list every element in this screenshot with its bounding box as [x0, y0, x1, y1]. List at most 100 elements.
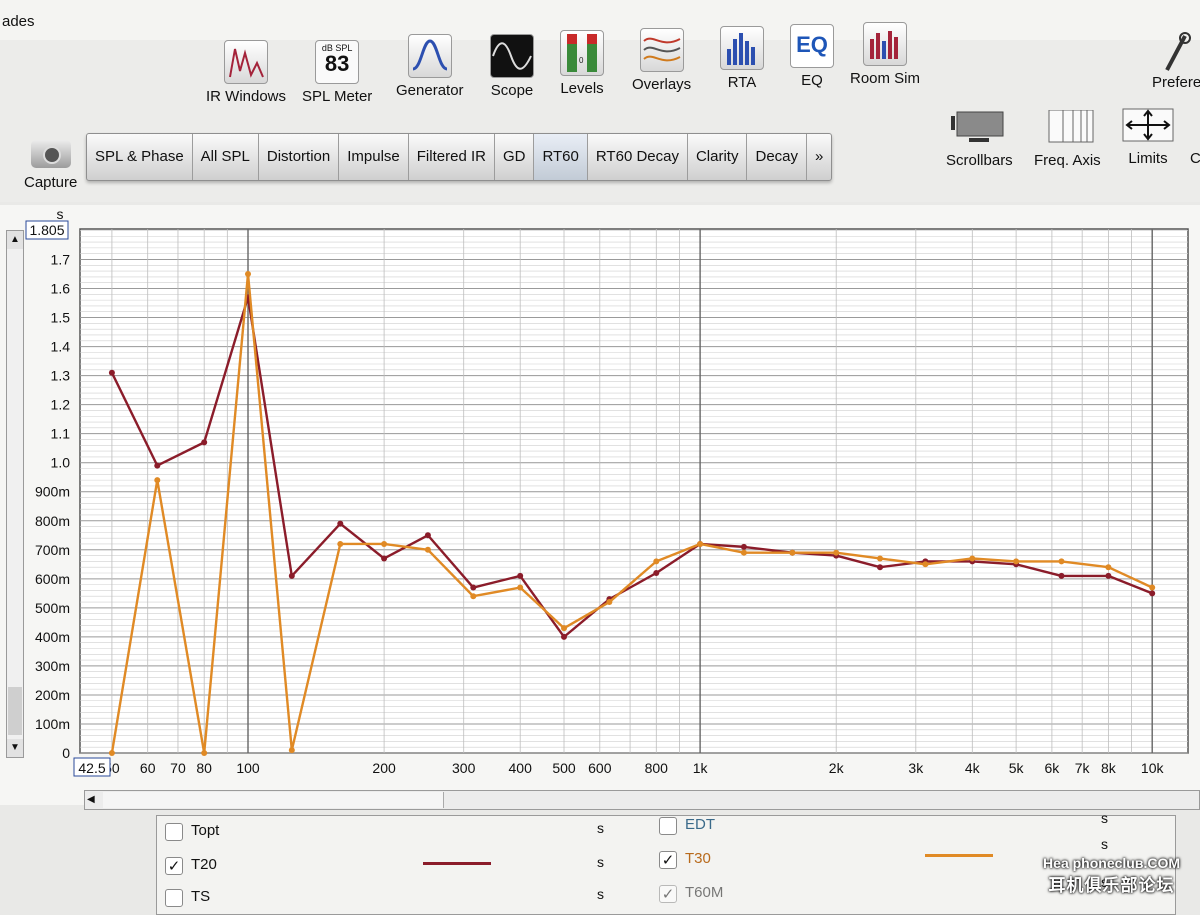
preferences-label: Prefere — [1152, 74, 1200, 91]
scrollbars-button[interactable]: Scrollbars — [946, 110, 1013, 169]
data-point-t30 — [606, 599, 613, 606]
tab-decay[interactable]: Decay — [747, 134, 808, 180]
spl-meter-icon: dB SPL 83 — [315, 40, 360, 84]
eq-button[interactable]: EQ EQ — [790, 24, 834, 89]
levels-button[interactable]: 0 Levels — [560, 30, 604, 97]
room-sim-icon — [863, 22, 907, 66]
t20-checkbox[interactable]: ✓ — [165, 857, 183, 875]
y-tick-label: 1.7 — [51, 251, 71, 267]
x-tick-label: 100 — [236, 760, 260, 776]
data-point-t30 — [1105, 564, 1112, 571]
x-tick-label: 600 — [588, 760, 612, 776]
y-tick-label: 1.6 — [51, 281, 71, 297]
data-point-t30 — [653, 558, 660, 565]
tab-clarity[interactable]: Clarity — [688, 134, 748, 180]
horizontal-scrollbar[interactable]: ◀ — [84, 790, 1200, 810]
y-tick-label: 200m — [35, 687, 70, 703]
t20-label: T20 — [191, 856, 217, 873]
tab-gd[interactable]: GD — [495, 134, 535, 180]
limits-button[interactable]: Limits — [1122, 108, 1174, 167]
scroll-left-arrow-icon[interactable]: ◀ — [87, 791, 95, 809]
scroll-down-arrow-icon[interactable]: ▼ — [7, 739, 23, 757]
generator-button[interactable]: Generator — [396, 34, 464, 99]
data-point-t30 — [697, 540, 704, 547]
tab-distortion[interactable]: Distortion — [259, 134, 340, 180]
freq-axis-button[interactable]: Freq. Axis — [1034, 109, 1101, 169]
data-point-t20 — [470, 584, 477, 591]
scope-label: Scope — [490, 82, 534, 99]
capture-label: Capture — [24, 174, 78, 191]
tab-filtered-ir[interactable]: Filtered IR — [409, 134, 495, 180]
xmin-label: 42.5 — [78, 760, 105, 776]
data-point-t20 — [1105, 572, 1112, 579]
t30-label: T30 — [685, 850, 711, 867]
room-sim-button[interactable]: Room Sim — [850, 22, 920, 87]
capture-button[interactable]: Capture — [24, 140, 77, 191]
x-tick-label: 6k — [1045, 760, 1061, 776]
vertical-scroll-thumb[interactable] — [8, 687, 22, 735]
x-tick-label: 200 — [372, 760, 396, 776]
topt-checkbox[interactable] — [165, 823, 183, 841]
overlays-button[interactable]: Overlays — [632, 28, 691, 93]
data-point-t30 — [969, 555, 976, 562]
y-tick-label: 1.4 — [51, 339, 71, 355]
data-point-t30 — [517, 584, 524, 591]
ts-checkbox[interactable] — [165, 889, 183, 907]
data-point-t30 — [877, 555, 884, 562]
y-tick-label: 600m — [35, 571, 70, 587]
x-tick-label: 800 — [645, 760, 669, 776]
tab-spl-phase[interactable]: SPL & Phase — [87, 134, 193, 180]
tab-more[interactable]: » — [807, 134, 831, 180]
limits-label: Limits — [1128, 150, 1168, 167]
generator-icon — [407, 34, 452, 78]
data-point-t20 — [653, 570, 660, 577]
data-point-t20 — [740, 543, 747, 550]
x-tick-label: 10k — [1141, 760, 1165, 776]
data-point-t30 — [337, 540, 344, 547]
spl-meter-value: 83 — [324, 51, 350, 76]
ts-label: TS — [191, 888, 211, 905]
ir-windows-label: IR Windows — [206, 88, 287, 105]
rt60-chart[interactable]: 0 100m 200m 300m 400m 500m 600m 700m 800m 900m 1.0… — [0, 205, 1200, 805]
y-tick-label: 0 — [62, 745, 70, 761]
data-point-t30 — [424, 546, 431, 553]
rta-icon — [720, 26, 764, 70]
tab-rt60[interactable]: RT60 — [534, 134, 588, 180]
scope-button[interactable]: Scope — [490, 34, 534, 99]
scroll-up-arrow-icon[interactable]: ▲ — [7, 231, 23, 249]
tab-rt60-decay[interactable]: RT60 Decay — [588, 134, 688, 180]
y-tick-label: 800m — [35, 513, 70, 529]
edt-label: EDT — [685, 816, 715, 833]
y-tick-label: 300m — [35, 658, 70, 674]
x-tick-label: 2k — [829, 760, 845, 776]
y-tick-label: 1.0 — [51, 455, 71, 471]
spl-meter-label: SPL Meter — [302, 88, 373, 105]
spl-meter-button[interactable]: dB SPL 83 SPL Meter — [302, 40, 372, 105]
t60m-checkbox[interactable]: ✓ — [659, 885, 677, 903]
data-point-t20 — [337, 520, 344, 527]
data-point-t30 — [201, 750, 208, 756]
x-tick-label: 3k — [908, 760, 924, 776]
data-point-t20 — [154, 462, 161, 469]
x-tick-label: 500 — [552, 760, 576, 776]
edt-checkbox[interactable] — [659, 817, 677, 835]
y-tick-label: 1.2 — [51, 397, 71, 413]
horizontal-scroll-thumb[interactable] — [103, 792, 444, 808]
y-tick-label: 1.1 — [51, 426, 71, 442]
tab-all-spl[interactable]: All SPL — [193, 134, 259, 180]
controls-button[interactable]: C — [1190, 150, 1200, 167]
data-point-t30 — [1013, 558, 1020, 565]
legend-panel: Topt s ✓ T20 s TS s EDT s ✓ T30 s ✓ T60M… — [156, 810, 1176, 915]
preferences-button[interactable]: Prefere — [1152, 32, 1200, 91]
rta-button[interactable]: RTA — [720, 26, 764, 91]
tab-impulse[interactable]: Impulse — [339, 134, 409, 180]
data-point-t20 — [288, 572, 295, 579]
eq-label: EQ — [801, 72, 823, 89]
ir-windows-button[interactable]: IR Windows — [206, 40, 286, 105]
vertical-scrollbar[interactable]: ▲ ▼ — [6, 230, 24, 758]
overlays-icon — [639, 28, 684, 72]
x-tick-label: 60 — [140, 760, 156, 776]
eq-icon: EQ — [790, 24, 834, 68]
t30-checkbox[interactable]: ✓ — [659, 851, 677, 869]
scrollbars-label: Scrollbars — [946, 152, 1013, 169]
